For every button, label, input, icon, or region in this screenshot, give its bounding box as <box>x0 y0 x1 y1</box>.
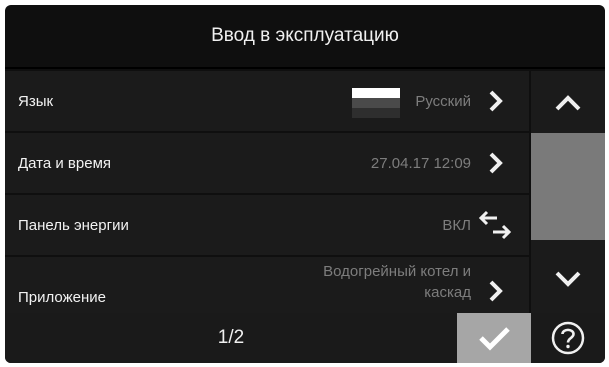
title-bar: Ввод в эксплуатацию <box>5 5 605 69</box>
date-time-value: 27.04.17 12:09 <box>370 154 471 172</box>
application-value-line2: каскад <box>424 284 471 301</box>
list-item-label: Язык <box>18 92 54 110</box>
application-value: Водогрейный котел и каскад <box>323 261 471 303</box>
russian-flag-icon <box>352 88 400 118</box>
list-item-label: Приложение <box>18 289 106 306</box>
chevron-right-icon <box>489 152 503 174</box>
help-button[interactable] <box>531 313 605 363</box>
list-item-label: Дата и время <box>18 154 112 172</box>
question-icon <box>551 321 585 355</box>
chevron-down-icon <box>555 271 581 287</box>
checkmark-icon <box>479 327 510 351</box>
scroll-down-button[interactable] <box>531 249 605 311</box>
page-title: Ввод в эксплуатацию <box>211 25 399 46</box>
scroll-up-button[interactable] <box>531 71 605 133</box>
settings-list: Язык Русский Дата и время 27.04.17 12:09… <box>5 71 529 317</box>
list-item-language[interactable]: Язык Русский <box>5 71 529 131</box>
list-item-label: Панель энергии <box>18 216 129 234</box>
application-value-line1: Водогрейный котел и <box>323 263 471 280</box>
list-item-application[interactable]: Приложение Водогрейный котел и каскад <box>5 257 529 317</box>
screen: Ввод в эксплуатацию Язык Русский Дата и … <box>5 5 605 363</box>
page-number: 1/2 <box>217 327 245 348</box>
energy-panel-value: ВКЛ <box>442 216 471 234</box>
footer-bar: 1/2 <box>5 313 605 363</box>
list-item-date-time[interactable]: Дата и время 27.04.17 12:09 <box>5 133 529 193</box>
list-item-energy-panel[interactable]: Панель энергии ВКЛ <box>5 195 529 255</box>
chevron-up-icon <box>555 95 581 111</box>
scrollbar[interactable] <box>531 71 605 315</box>
swap-arrows-icon[interactable] <box>477 209 513 243</box>
chevron-right-icon <box>489 280 503 302</box>
language-value: Русский <box>415 92 471 110</box>
page-indicator: 1/2 <box>5 313 457 363</box>
scroll-thumb[interactable] <box>531 133 605 240</box>
chevron-right-icon <box>489 90 503 112</box>
confirm-button[interactable] <box>457 313 531 363</box>
